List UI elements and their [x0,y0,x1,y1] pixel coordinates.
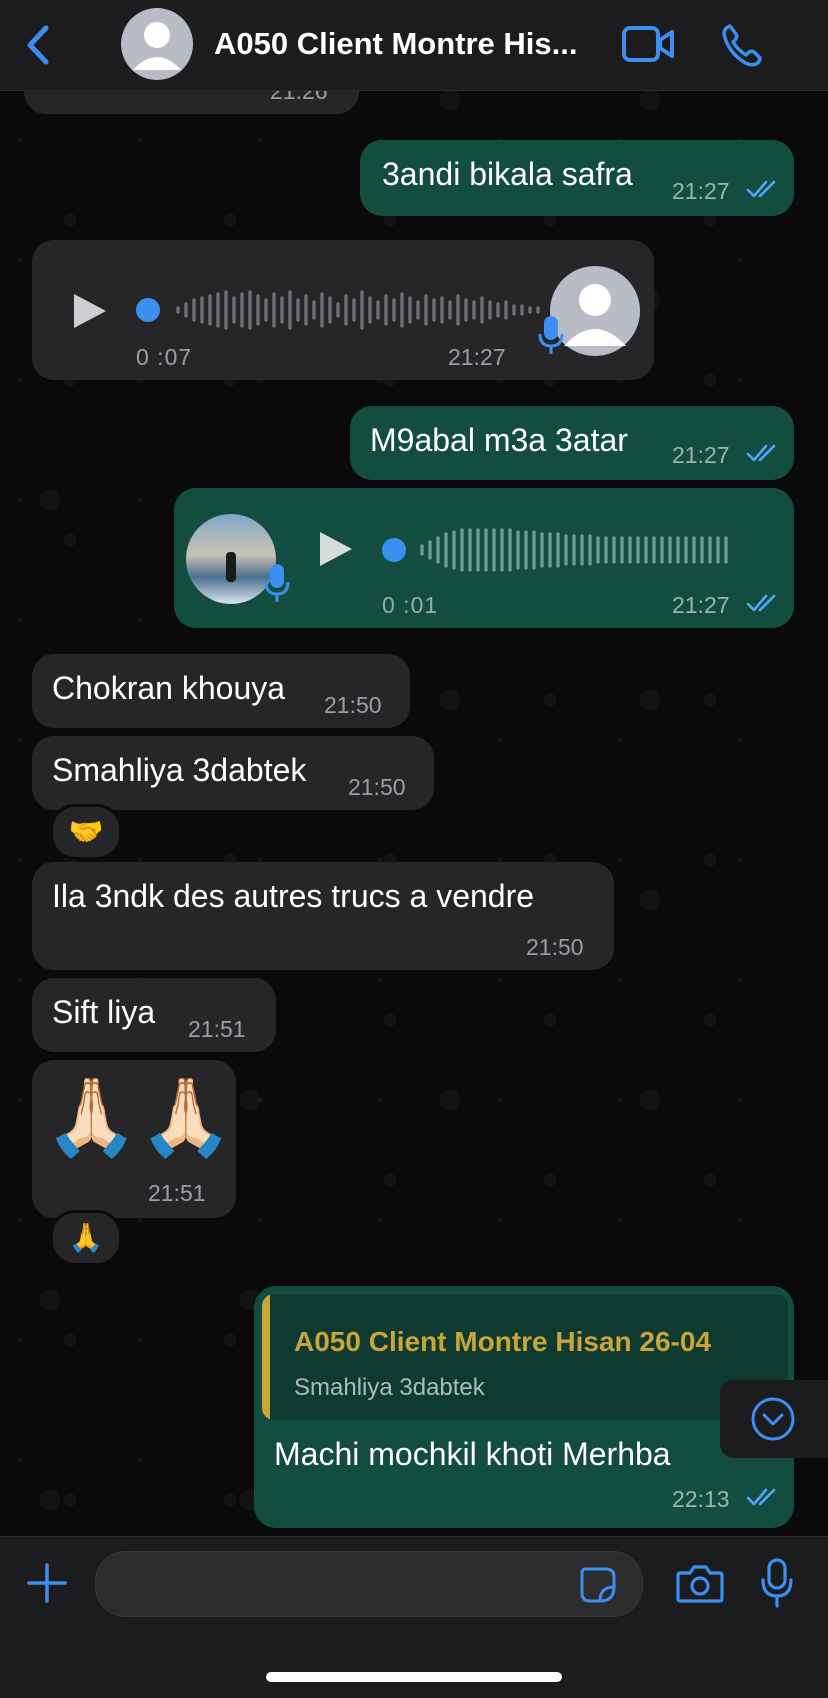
voice-message-outgoing[interactable]: 0 :01 21:27 [174,488,794,628]
quoted-text: Smahliya 3dabtek [294,1374,485,1401]
scroll-to-bottom-button[interactable] [720,1380,828,1458]
read-receipt-icon [746,594,776,612]
quoted-sender: A050 Client Montre Hisan 26-04 [294,1326,712,1357]
message-time: 21:27 [448,344,506,370]
chevron-left-icon[interactable] [22,22,52,68]
message-bubble-incoming[interactable]: Smahliya 3dabtek 21:50 [32,736,434,810]
camera-icon[interactable] [676,1563,724,1603]
message-reaction[interactable]: 🤝 [50,804,122,860]
message-emoji: 🙏🏻🙏🏻 [44,1075,234,1160]
quoted-message[interactable]: A050 Client Montre Hisan 26-04 Smahliya … [262,1294,788,1420]
chat-header: A050 Client Montre His... [0,0,828,91]
voice-duration: 0 :07 [136,344,193,370]
message-text: M9abal m3a 3atar [370,422,628,458]
message-bubble-outgoing[interactable]: 3andi bikala safra 21:27 [360,140,794,216]
audio-waveform[interactable] [174,288,544,332]
message-text: Sift liya [52,994,156,1030]
read-receipt-icon [746,444,776,462]
microphone-icon [538,316,564,354]
voice-message-incoming[interactable]: 0 :07 21:27 [32,240,654,380]
phone-icon[interactable] [720,22,766,68]
message-bubble-outgoing[interactable]: M9abal m3a 3atar 21:27 [350,406,794,480]
message-reaction[interactable]: 🙏 [50,1210,122,1266]
sticker-icon[interactable] [580,1567,616,1603]
message-time: 21:51 [188,1016,246,1042]
plus-icon[interactable] [26,1562,68,1604]
message-time: 22:13 [672,1486,730,1512]
video-camera-icon[interactable] [622,24,676,64]
chevron-down-circle-icon [751,1397,795,1441]
message-time: 21:27 [672,178,730,204]
play-icon[interactable] [72,292,108,330]
audio-waveform[interactable] [418,528,738,572]
message-bubble-incoming[interactable]: Ila 3ndk des autres trucs a vendre 21:50 [32,862,614,970]
contact-avatar[interactable] [121,8,193,80]
message-text: Machi mochkil khoti Merhba [274,1436,671,1472]
microphone-icon[interactable] [760,1558,794,1608]
message-time: 21:50 [348,774,406,800]
message-bubble-incoming[interactable]: Chokran khouya 21:50 [32,654,410,728]
message-text: Chokran khouya [52,670,286,706]
message-input[interactable] [95,1551,643,1617]
microphone-icon [264,564,290,602]
message-time: 21:51 [148,1180,206,1206]
read-receipt-icon [746,1488,776,1506]
message-time: 21:50 [526,934,584,960]
voice-duration: 0 :01 [382,592,439,618]
home-indicator[interactable] [266,1672,562,1682]
message-text: Smahliya 3dabtek [52,752,307,788]
sender-avatar [186,514,276,604]
message-time: 21:50 [324,692,382,718]
message-time: 21:27 [672,442,730,468]
message-time: 21:27 [672,592,730,618]
default-avatar-icon [133,22,181,70]
read-receipt-icon [746,180,776,198]
message-bubble-incoming[interactable]: Sift liya 21:51 [32,978,276,1052]
playback-position-dot[interactable] [136,298,160,322]
message-text: Ila 3ndk des autres trucs a vendre [52,878,535,914]
quote-accent-bar [262,1294,270,1420]
chat-title[interactable]: A050 Client Montre His... [214,26,594,62]
play-icon[interactable] [318,530,354,568]
message-text: 3andi bikala safra [382,156,633,192]
reply-message-outgoing[interactable]: A050 Client Montre Hisan 26-04 Smahliya … [254,1286,794,1528]
playback-position-dot[interactable] [382,538,406,562]
message-bubble-incoming[interactable]: 🙏🏻🙏🏻 21:51 [32,1060,236,1218]
